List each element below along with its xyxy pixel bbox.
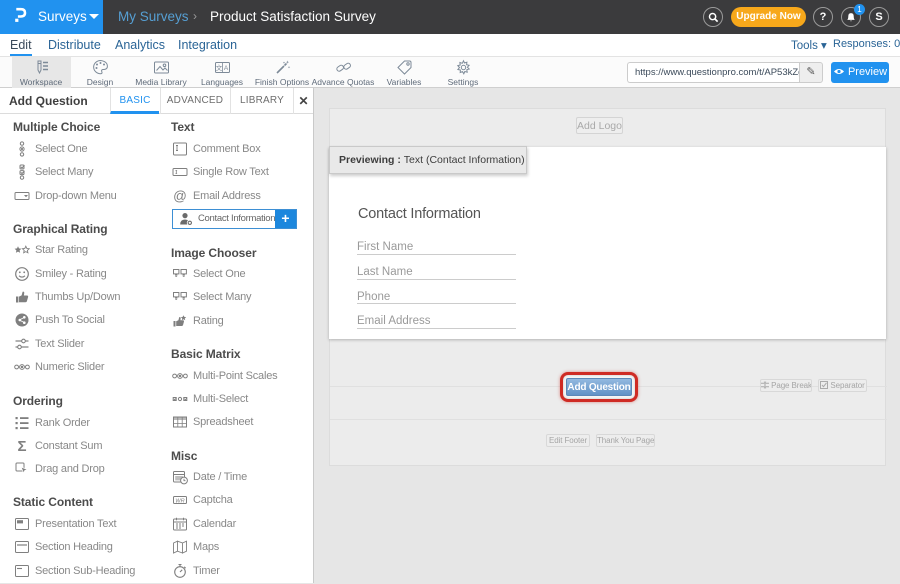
svg-text:文: 文 (215, 63, 222, 72)
svg-text:Σ: Σ (17, 438, 26, 454)
svg-text:WR: WR (175, 499, 184, 505)
svg-text:A: A (223, 65, 228, 72)
svg-text:@: @ (173, 188, 187, 203)
